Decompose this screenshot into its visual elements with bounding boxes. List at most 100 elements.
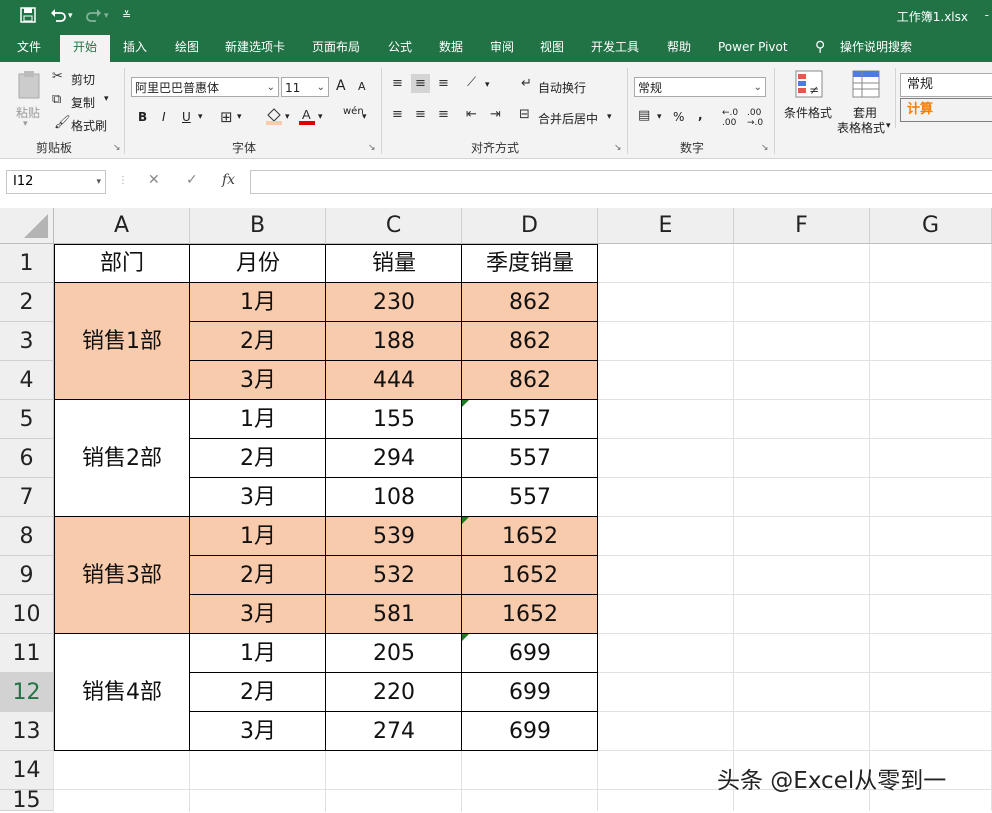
phonetic-button[interactable]: wén [343,106,364,117]
quarter-sales-cell[interactable]: 699 [462,712,598,751]
sales-cell[interactable]: 220 [326,673,462,712]
sales-cell[interactable]: 539 [326,517,462,556]
sales-cell[interactable]: 444 [326,361,462,400]
copy-button[interactable]: 复制 [71,94,95,111]
undo-icon[interactable] [50,7,66,27]
select-all-corner[interactable] [0,208,54,244]
percent-button[interactable]: % [673,110,684,124]
quarter-sales-cell[interactable]: 557 [462,400,598,439]
month-cell[interactable]: 2月 [190,556,326,595]
month-cell[interactable]: 1月 [190,283,326,322]
quarter-sales-cell[interactable]: 862 [462,283,598,322]
row-header-4[interactable]: 4 [0,361,54,400]
column-header-e[interactable]: E [598,208,734,244]
format-painter-button[interactable]: 格式刷 [71,117,107,134]
borders-dropdown-icon[interactable]: ▾ [237,112,242,122]
font-launcher-icon[interactable]: ↘ [368,143,376,153]
sales-cell[interactable]: 274 [326,712,462,751]
format-as-table-dropdown-icon[interactable]: ▾ [886,121,891,131]
error-indicator-icon[interactable] [462,517,469,524]
tab-help[interactable]: 帮助 [667,33,691,62]
clipboard-launcher-icon[interactable]: ↘ [113,143,121,153]
row-header-6[interactable]: 6 [0,439,54,478]
redo-dropdown-icon[interactable]: ▾ [104,11,109,21]
department-cell[interactable]: 销售3部 [54,517,190,634]
decrease-font-size-button[interactable]: A [358,80,366,93]
quarter-sales-cell[interactable]: 1652 [462,595,598,634]
decrease-indent-icon[interactable]: ⇤ [466,107,477,122]
tab-formulas[interactable]: 公式 [388,33,412,62]
fill-color-icon[interactable] [265,107,283,129]
tab-developer[interactable]: 开发工具 [591,33,639,62]
quarter-sales-cell[interactable]: 1652 [462,517,598,556]
month-cell[interactable]: 3月 [190,595,326,634]
row-header-8[interactable]: 8 [0,517,54,556]
fill-color-dropdown-icon[interactable]: ▾ [285,112,290,122]
cancel-icon[interactable]: ✕ [148,172,160,188]
sales-cell[interactable]: 581 [326,595,462,634]
undo-dropdown-icon[interactable]: ▾ [68,11,73,21]
bottom-align-icon[interactable]: ≡ [438,76,449,91]
sales-cell[interactable]: 108 [326,478,462,517]
wrap-text-button[interactable]: 自动换行 [538,79,586,96]
row-header-15[interactable]: 15 [0,790,54,812]
month-cell[interactable]: 1月 [190,400,326,439]
month-cell[interactable]: 1月 [190,517,326,556]
italic-button[interactable]: I [162,110,166,124]
align-left-icon[interactable]: ≡ [392,107,403,122]
department-cell[interactable]: 销售2部 [54,400,190,517]
merge-dropdown-icon[interactable]: ▾ [607,112,612,122]
tab-new[interactable]: 新建选项卡 [225,33,285,62]
comma-button[interactable]: , [698,108,703,122]
sales-cell[interactable]: 155 [326,400,462,439]
alignment-launcher-icon[interactable]: ↘ [614,143,622,153]
tab-insert[interactable]: 插入 [123,33,147,62]
number-format-select[interactable]: 常规 ⌄ [634,77,766,97]
department-cell[interactable]: 销售1部 [54,283,190,400]
font-name-select[interactable]: 阿里巴巴普惠体 ⌄ [131,77,279,97]
tab-home[interactable]: 开始 [60,35,110,62]
quarter-sales-cell[interactable]: 699 [462,673,598,712]
department-cell[interactable]: 销售4部 [54,634,190,751]
save-icon[interactable] [20,7,36,27]
orientation-dropdown-icon[interactable]: ▾ [485,80,490,90]
align-right-icon[interactable]: ≡ [438,107,449,122]
tab-page-layout[interactable]: 页面布局 [312,33,360,62]
paste-button[interactable]: 粘贴 [16,104,40,121]
column-header-c[interactable]: C [326,208,462,244]
merge-center-button[interactable]: 合并后居中 [538,110,598,127]
middle-align-icon[interactable]: ≡ [411,74,430,93]
phonetic-dropdown-icon[interactable]: ▾ [362,112,367,122]
error-indicator-icon[interactable] [462,400,469,407]
paste-dropdown-icon[interactable]: ▾ [23,119,28,129]
copy-dropdown-icon[interactable]: ▾ [104,94,109,104]
tab-file[interactable]: 文件 [17,33,41,62]
sales-cell[interactable]: 532 [326,556,462,595]
column-header-g[interactable]: G [870,208,992,244]
row-header-1[interactable]: 1 [0,244,54,283]
tab-data[interactable]: 数据 [439,33,463,62]
quarter-sales-cell[interactable]: 557 [462,478,598,517]
month-cell[interactable]: 2月 [190,439,326,478]
quarter-sales-cell[interactable]: 1652 [462,556,598,595]
quarter-sales-cell[interactable]: 862 [462,322,598,361]
increase-font-size-button[interactable]: A [336,78,346,94]
font-color-dropdown-icon[interactable]: ▾ [318,112,323,122]
tab-view[interactable]: 视图 [540,33,564,62]
number-launcher-icon[interactable]: ↘ [761,143,769,153]
tab-review[interactable]: 审阅 [490,33,514,62]
row-header-13[interactable]: 13 [0,712,54,751]
quarter-sales-cell[interactable]: 862 [462,361,598,400]
tab-power-pivot[interactable]: Power Pivot [718,33,788,62]
enter-icon[interactable]: ✓ [186,172,198,188]
row-header-12[interactable]: 12 [0,673,54,712]
increase-decimal-button[interactable]: ←.0 .00 [722,108,742,128]
month-cell[interactable]: 3月 [190,478,326,517]
month-cell[interactable]: 1月 [190,634,326,673]
table-header-cell[interactable]: 销量 [326,244,462,283]
quarter-sales-cell[interactable]: 699 [462,634,598,673]
name-box[interactable]: I12 ▾ [6,170,106,194]
bold-button[interactable]: B [138,110,147,124]
table-header-cell[interactable]: 季度销量 [462,244,598,283]
tab-draw[interactable]: 绘图 [175,33,199,62]
